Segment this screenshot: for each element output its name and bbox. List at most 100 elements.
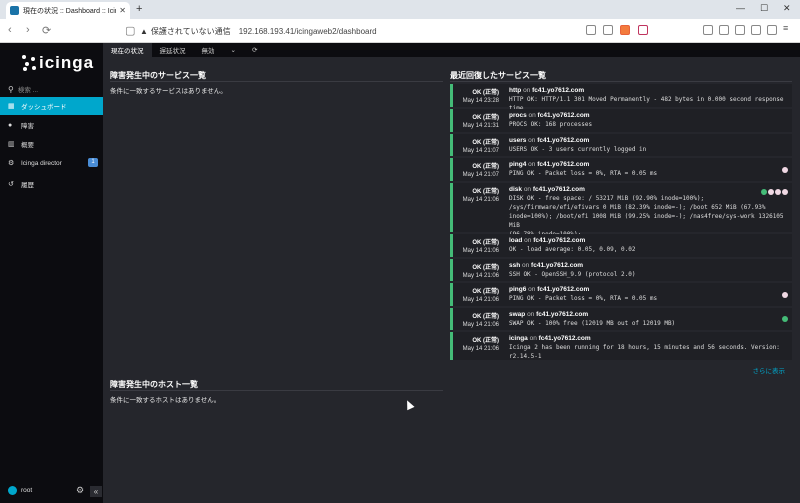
tab-refresh-icon[interactable]: ⟳ — [244, 43, 265, 57]
sidebar-item-label: 概要 — [21, 142, 34, 149]
search-input[interactable]: ⚲ 検索 ... — [8, 84, 98, 95]
service-row[interactable]: OK (正常) May 14 21:06 ssh on fc41.yo7612.co… — [450, 259, 792, 281]
tab-muted[interactable]: 無効 — [194, 43, 223, 57]
host-name[interactable]: fc41.yo7612.com — [532, 87, 584, 94]
sidebar-item-dashboard[interactable]: ▦ ダッシュボード — [0, 97, 103, 115]
service-state: OK (正常) May 14 21:06 — [453, 183, 501, 232]
host-name[interactable]: fc41.yo7612.com — [533, 186, 585, 193]
state-label: OK (正常) — [472, 189, 499, 195]
service-row[interactable]: OK (正常) May 14 21:06 load on fc41.yo7612.c… — [450, 234, 792, 257]
state-time: May 14 21:31 — [462, 123, 499, 129]
host-name[interactable]: fc41.yo7612.com — [538, 112, 590, 119]
service-row[interactable]: OK (正常) May 14 23:28 http on fc41.yo7612.c… — [450, 84, 792, 112]
service-name[interactable]: ping6 — [509, 286, 526, 293]
sidebar-item-history[interactable]: ↺ 履歴 — [0, 175, 103, 193]
plugin-output: SWAP OK - 100% free (12019 MB out of 120… — [509, 320, 676, 327]
state-time: May 14 21:07 — [462, 172, 499, 178]
state-label: OK (正常) — [472, 140, 499, 146]
host-name[interactable]: fc41.yo7612.com — [537, 286, 589, 293]
close-tab-icon[interactable]: ✕ — [119, 6, 126, 15]
plugin-output: Icinga 2 has been running for 18 hours, … — [509, 344, 780, 360]
service-name-line: ping6 on fc41.yo7612.com — [509, 286, 788, 293]
sidebar-item-label: 履歴 — [21, 182, 34, 189]
key-icon[interactable] — [586, 25, 596, 35]
back-icon[interactable]: ‹ — [8, 24, 12, 36]
state-time: May 14 21:06 — [462, 197, 499, 203]
wallet-icon[interactable] — [751, 25, 761, 35]
service-name[interactable]: load — [509, 237, 522, 244]
sidebar-toggle-icon[interactable] — [719, 25, 729, 35]
username: root — [21, 487, 33, 494]
insecure-label[interactable]: 保護されていない通信 — [151, 26, 231, 37]
sidebar-item-director[interactable]: ⚙ Icinga director 1 — [0, 154, 103, 172]
service-row[interactable]: OK (正常) May 14 21:06 swap on fc41.yo7612.c… — [450, 308, 792, 330]
share-icon[interactable] — [603, 25, 613, 35]
extensions-icon[interactable] — [703, 25, 713, 35]
minimize-icon[interactable]: — — [736, 3, 745, 13]
service-row[interactable]: OK (正常) May 14 21:06 disk on fc41.yo7612.c… — [450, 183, 792, 238]
host-name[interactable]: fc41.yo7612.com — [533, 237, 585, 244]
tab-dropdown-chevron-icon[interactable]: ⌄ — [223, 43, 244, 57]
brave-rewards-icon[interactable] — [638, 25, 648, 35]
downloads-icon[interactable] — [735, 25, 745, 35]
bookmark-icon[interactable]: ▢ — [125, 24, 135, 37]
service-name[interactable]: swap — [509, 311, 525, 318]
reload-icon[interactable]: ⟳ — [42, 24, 51, 37]
sidebar-item-overview[interactable]: ▥ 概要 — [0, 135, 103, 153]
sidebar-item-problems[interactable]: ● 障害 — [0, 116, 103, 134]
perfdata-pie-icon — [782, 189, 788, 195]
service-row[interactable]: OK (正常) May 14 21:06 icinga on fc41.yo7612… — [450, 332, 792, 360]
settings-gear-icon[interactable]: ⚙ — [76, 485, 84, 496]
service-details: load on fc41.yo7612.com OK - load average… — [501, 234, 792, 257]
show-more-link[interactable]: さらに表示 — [753, 365, 786, 375]
new-tab-icon[interactable]: + — [136, 3, 142, 15]
service-name[interactable]: ping4 — [509, 161, 526, 168]
service-problems-title[interactable]: 障害発生中のサービス一覧 — [110, 70, 206, 81]
icinga-favicon-icon — [10, 6, 19, 15]
browser-tab-title: 現在の状況 :: Dashboard :: Icinga — [23, 7, 117, 15]
service-row[interactable]: OK (正常) May 14 21:07 ping4 on fc41.yo7612.… — [450, 158, 792, 181]
service-state: OK (正常) May 14 21:06 — [453, 332, 501, 360]
host-name[interactable]: fc41.yo7612.com — [536, 311, 588, 318]
host-name[interactable]: fc41.yo7612.com — [531, 262, 583, 269]
url-field[interactable]: ▲ 保護されていない通信 192.168.193.41/icingaweb2/d… — [140, 22, 610, 40]
on-text: on — [520, 262, 532, 269]
service-name[interactable]: ssh — [509, 262, 520, 269]
service-name[interactable]: icinga — [509, 335, 528, 342]
user-menu[interactable]: root — [8, 486, 32, 495]
maximize-icon[interactable]: ☐ — [760, 3, 768, 14]
service-details: icinga on fc41.yo7612.com Icinga 2 has be… — [501, 332, 792, 360]
service-details: users on fc41.yo7612.com USERS OK - 3 use… — [501, 134, 792, 156]
on-text: on — [526, 286, 538, 293]
brave-shield-icon[interactable] — [620, 25, 630, 35]
divider — [110, 81, 443, 82]
service-row[interactable]: OK (正常) May 14 21:07 users on fc41.yo7612.… — [450, 134, 792, 156]
service-name[interactable]: users — [509, 137, 526, 144]
host-problems-title[interactable]: 障害発生中のホスト一覧 — [110, 379, 198, 390]
service-name-line: disk on fc41.yo7612.com — [509, 186, 788, 193]
browser-tab[interactable]: 現在の状況 :: Dashboard :: Icinga ✕ — [6, 2, 130, 19]
icinga-logo[interactable]: icinga — [22, 53, 94, 73]
service-name-line: load on fc41.yo7612.com — [509, 237, 788, 244]
collapse-sidebar-icon[interactable]: « — [90, 486, 102, 497]
menu-icon[interactable]: ≡ — [783, 23, 793, 33]
vpn-icon[interactable] — [767, 25, 777, 35]
host-name[interactable]: fc41.yo7612.com — [539, 335, 591, 342]
warning-icon[interactable]: ▲ — [140, 27, 148, 36]
forward-icon[interactable]: › — [26, 24, 30, 36]
divider — [450, 81, 792, 82]
on-text: on — [521, 87, 533, 94]
url-text[interactable]: 192.168.193.41/icingaweb2/dashboard — [239, 27, 377, 36]
tab-current[interactable]: 現在の状況 — [103, 43, 152, 57]
service-row[interactable]: OK (正常) May 14 21:06 ping6 on fc41.yo7612.… — [450, 283, 792, 306]
host-name[interactable]: fc41.yo7612.com — [537, 161, 589, 168]
service-name[interactable]: http — [509, 87, 521, 94]
host-name[interactable]: fc41.yo7612.com — [537, 137, 589, 144]
tab-overdue[interactable]: 遅延状況 — [152, 43, 194, 57]
service-row[interactable]: OK (正常) May 14 21:31 procs on fc41.yo7612.… — [450, 109, 792, 132]
service-name[interactable]: procs — [509, 112, 527, 119]
window-close-icon[interactable]: ✕ — [783, 3, 791, 14]
state-label: OK (正常) — [472, 90, 499, 96]
recovered-services-title[interactable]: 最近回復したサービス一覧 — [450, 70, 546, 81]
service-name[interactable]: disk — [509, 186, 522, 193]
